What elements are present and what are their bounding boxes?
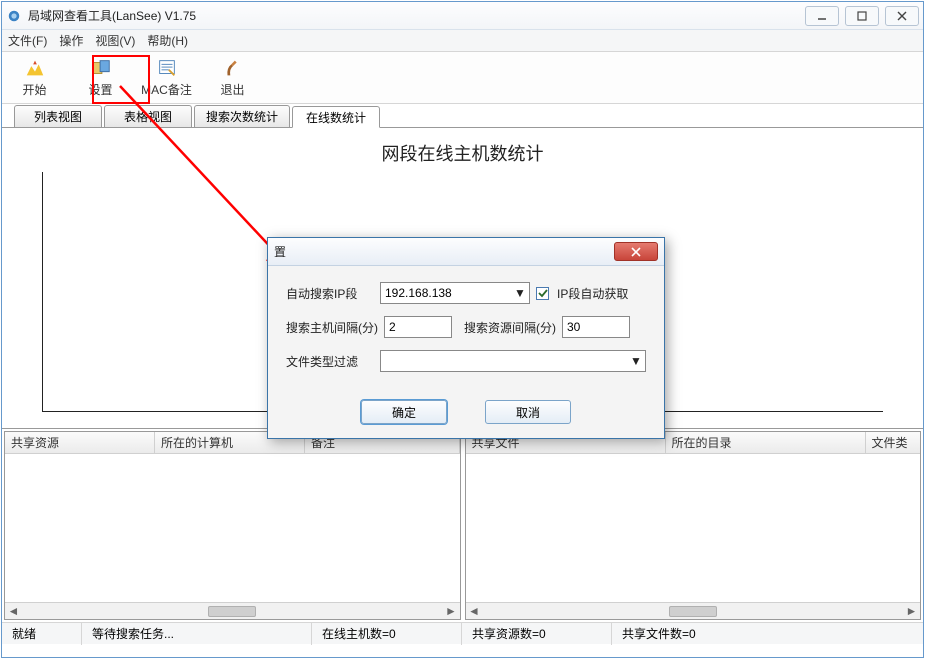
cancel-button[interactable]: 取消 bbox=[485, 400, 571, 424]
tab-list-view[interactable]: 列表视图 bbox=[14, 105, 102, 127]
dropdown-icon[interactable]: ▼ bbox=[629, 353, 643, 369]
panel-right-scrollbar[interactable]: ◄ ► bbox=[466, 602, 921, 619]
res-interval-input[interactable] bbox=[562, 316, 630, 338]
scroll-thumb[interactable] bbox=[669, 606, 717, 617]
window-title: 局域网查看工具(LanSee) V1.75 bbox=[28, 7, 805, 24]
ip-auto-checkbox[interactable] bbox=[536, 287, 549, 300]
label-ip-auto-get: IP段自动获取 bbox=[557, 285, 628, 302]
status-share-res: 共享资源数=0 bbox=[462, 623, 612, 645]
status-share-file: 共享文件数=0 bbox=[612, 623, 762, 645]
window-controls bbox=[805, 6, 919, 26]
exit-button[interactable]: 退出 bbox=[200, 52, 266, 103]
col-file-type[interactable]: 文件类 bbox=[866, 432, 921, 453]
col-share-res[interactable]: 共享资源 bbox=[5, 432, 155, 453]
tabs-row: 列表视图 表格视图 搜索次数统计 在线数统计 bbox=[2, 104, 923, 128]
menu-help[interactable]: 帮助(H) bbox=[147, 32, 188, 49]
titlebar: 局域网查看工具(LanSee) V1.75 bbox=[2, 2, 923, 30]
tab-search-count[interactable]: 搜索次数统计 bbox=[194, 105, 290, 127]
panel-right-body bbox=[466, 454, 921, 602]
maximize-button[interactable] bbox=[845, 6, 879, 26]
menu-file[interactable]: 文件(F) bbox=[8, 32, 47, 49]
label-res-interval: 搜索资源间隔(分) bbox=[464, 319, 556, 336]
panel-shared-resources: 共享资源 所在的计算机 备注 ◄ ► bbox=[4, 431, 461, 620]
settings-button[interactable]: 设置 bbox=[68, 52, 134, 103]
ip-segment-value: 192.168.138 bbox=[385, 286, 452, 300]
exit-icon bbox=[222, 57, 244, 79]
dialog-titlebar[interactable]: 置 bbox=[268, 238, 664, 266]
settings-dialog: 置 自动搜索IP段 192.168.138 ▼ IP段自动获取 搜索主机间隔(分… bbox=[267, 237, 665, 439]
col-directory[interactable]: 所在的目录 bbox=[666, 432, 866, 453]
host-interval-input[interactable] bbox=[384, 316, 452, 338]
mac-remark-icon bbox=[156, 57, 178, 79]
scroll-right-icon: ► bbox=[903, 604, 920, 619]
dialog-body: 自动搜索IP段 192.168.138 ▼ IP段自动获取 搜索主机间隔(分) … bbox=[268, 266, 664, 394]
scroll-left-icon: ◄ bbox=[5, 604, 22, 619]
scroll-thumb[interactable] bbox=[208, 606, 256, 617]
settings-icon bbox=[90, 57, 112, 79]
panel-left-body bbox=[5, 454, 460, 602]
scroll-left-icon: ◄ bbox=[466, 604, 483, 619]
file-filter-combo[interactable]: ▼ bbox=[380, 350, 646, 372]
dialog-close-button[interactable] bbox=[614, 242, 658, 261]
minimize-button[interactable] bbox=[805, 6, 839, 26]
tab-online-count[interactable]: 在线数统计 bbox=[292, 106, 380, 128]
dialog-title: 置 bbox=[274, 243, 614, 260]
menu-operate[interactable]: 操作 bbox=[59, 32, 83, 49]
status-waiting: 等待搜索任务... bbox=[82, 623, 312, 645]
status-online: 在线主机数=0 bbox=[312, 623, 462, 645]
panel-shared-files: 共享文件 所在的目录 文件类 ◄ ► bbox=[465, 431, 922, 620]
mac-remark-button[interactable]: MAC备注 bbox=[134, 52, 200, 103]
panel-left-scrollbar[interactable]: ◄ ► bbox=[5, 602, 460, 619]
lower-panels: 共享资源 所在的计算机 备注 ◄ ► 共享文件 所在的目录 文件类 ◄ ► bbox=[2, 428, 923, 622]
main-window: 局域网查看工具(LanSee) V1.75 文件(F) 操作 视图(V) 帮助(… bbox=[1, 1, 924, 658]
ok-button[interactable]: 确定 bbox=[361, 400, 447, 424]
status-ready: 就绪 bbox=[2, 623, 82, 645]
menu-view[interactable]: 视图(V) bbox=[95, 32, 135, 49]
close-button[interactable] bbox=[885, 6, 919, 26]
label-file-filter: 文件类型过滤 bbox=[286, 353, 374, 370]
dialog-buttons: 确定 取消 bbox=[268, 394, 664, 438]
start-icon bbox=[24, 57, 46, 79]
start-button[interactable]: 开始 bbox=[2, 52, 68, 103]
label-host-interval: 搜索主机间隔(分) bbox=[286, 319, 378, 336]
dropdown-icon[interactable]: ▼ bbox=[513, 285, 527, 301]
statusbar: 就绪 等待搜索任务... 在线主机数=0 共享资源数=0 共享文件数=0 bbox=[2, 622, 923, 644]
ip-segment-combo[interactable]: 192.168.138 ▼ bbox=[380, 282, 530, 304]
app-icon bbox=[6, 8, 22, 24]
scroll-right-icon: ► bbox=[443, 604, 460, 619]
chart-title: 网段在线主机数统计 bbox=[32, 140, 893, 166]
tab-grid-view[interactable]: 表格视图 bbox=[104, 105, 192, 127]
label-auto-search-ip: 自动搜索IP段 bbox=[286, 285, 374, 302]
toolbar: 开始 设置 MAC备注 退出 bbox=[2, 52, 923, 104]
menubar: 文件(F) 操作 视图(V) 帮助(H) bbox=[2, 30, 923, 52]
